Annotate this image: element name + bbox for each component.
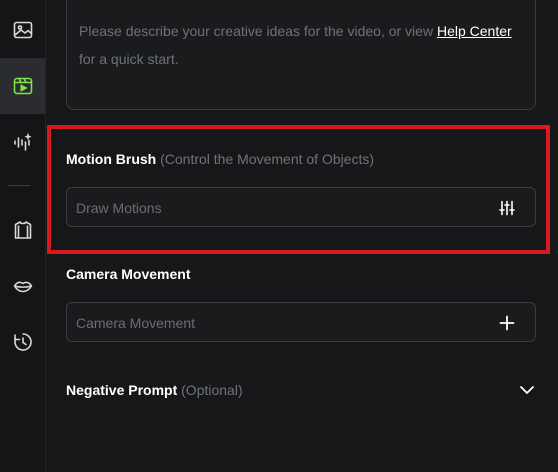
- sidebar-item-outfit[interactable]: [0, 202, 45, 258]
- prompt-text-before: Please describe your creative ideas for …: [79, 23, 437, 39]
- chevron-down-icon[interactable]: [518, 381, 536, 399]
- motion-brush-label: Motion Brush: [66, 151, 157, 167]
- camera-movement-placeholder: Camera Movement: [76, 315, 196, 331]
- plus-icon[interactable]: [497, 313, 517, 333]
- negative-prompt-title[interactable]: Negative Prompt (Optional): [66, 382, 243, 398]
- help-center-link[interactable]: Help Center: [437, 23, 512, 39]
- sidebar-divider: [8, 185, 30, 186]
- negative-prompt-subtitle: (Optional): [181, 382, 243, 398]
- prompt-placeholder: Please describe your creative ideas for …: [79, 17, 529, 73]
- draw-motions-field[interactable]: Draw Motions: [66, 187, 536, 227]
- prompt-textarea[interactable]: Please describe your creative ideas for …: [66, 0, 536, 110]
- sidebar-item-lipsync[interactable]: [0, 258, 45, 314]
- negative-prompt-label: Negative Prompt: [66, 382, 178, 398]
- app-window: Please describe your creative ideas for …: [0, 0, 558, 472]
- shirt-icon: [14, 221, 31, 239]
- sliders-icon[interactable]: [497, 198, 517, 218]
- sidebar-item-audio[interactable]: [0, 114, 45, 170]
- camera-movement-title: Camera Movement: [66, 266, 191, 282]
- sidebar-item-image[interactable]: [0, 2, 45, 58]
- audio-wave-sparkle-icon: [13, 132, 32, 151]
- camera-movement-label: Camera Movement: [66, 266, 191, 282]
- motion-brush-title: Motion Brush (Control the Movement of Ob…: [66, 151, 374, 167]
- camera-movement-field[interactable]: Camera Movement: [66, 302, 536, 342]
- sidebar: [0, 0, 46, 472]
- history-clock-icon: [13, 333, 32, 351]
- sidebar-item-history[interactable]: [0, 314, 45, 370]
- motion-brush-subtitle: (Control the Movement of Objects): [160, 151, 375, 167]
- sidebar-item-video[interactable]: [0, 58, 45, 114]
- prompt-text-after: for a quick start.: [79, 51, 179, 67]
- video-play-icon: [13, 77, 32, 95]
- lips-icon: [13, 281, 32, 293]
- draw-motions-placeholder: Draw Motions: [76, 200, 162, 216]
- main-panel: Please describe your creative ideas for …: [46, 0, 558, 472]
- image-icon: [13, 21, 32, 39]
